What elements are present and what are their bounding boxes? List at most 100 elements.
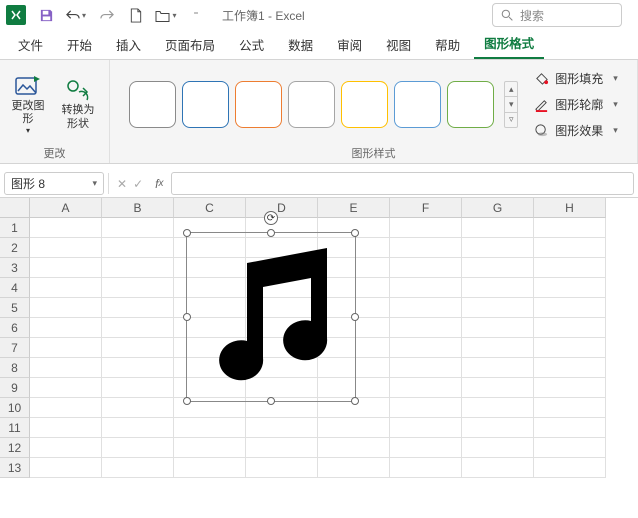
music-note-icon[interactable]	[187, 233, 357, 403]
cell[interactable]	[534, 358, 606, 378]
tab-page-layout[interactable]: 页面布局	[155, 30, 225, 59]
search-input[interactable]: 搜索	[492, 3, 622, 27]
shape-style-preset-5[interactable]	[394, 81, 441, 128]
cell[interactable]	[390, 218, 462, 238]
save-button[interactable]	[32, 3, 60, 27]
cell[interactable]	[534, 378, 606, 398]
cell[interactable]	[102, 258, 174, 278]
resize-handle-tl[interactable]	[183, 229, 191, 237]
cell[interactable]	[534, 338, 606, 358]
cell[interactable]	[534, 218, 606, 238]
redo-button[interactable]	[92, 3, 120, 27]
cell[interactable]	[390, 298, 462, 318]
tab-file[interactable]: 文件	[8, 30, 53, 59]
cell[interactable]	[318, 458, 390, 478]
cell[interactable]	[102, 318, 174, 338]
column-header[interactable]: F	[390, 198, 462, 218]
tab-home[interactable]: 开始	[57, 30, 102, 59]
shape-style-preset-1[interactable]	[182, 81, 229, 128]
fx-label[interactable]: fx	[151, 170, 167, 197]
cell[interactable]	[390, 258, 462, 278]
cell[interactable]	[390, 398, 462, 418]
cell[interactable]	[390, 338, 462, 358]
column-header[interactable]: D	[246, 198, 318, 218]
cell[interactable]	[30, 278, 102, 298]
cell[interactable]	[174, 418, 246, 438]
shape-style-preset-4[interactable]	[341, 81, 388, 128]
cell[interactable]	[174, 438, 246, 458]
cell[interactable]	[390, 318, 462, 338]
cell[interactable]	[30, 378, 102, 398]
resize-handle-bl[interactable]	[183, 397, 191, 405]
shape-style-preset-2[interactable]	[235, 81, 282, 128]
column-header[interactable]: G	[462, 198, 534, 218]
cell[interactable]	[102, 398, 174, 418]
qat-customize-button[interactable]: ⁼	[182, 3, 210, 27]
row-header[interactable]: 8	[0, 358, 30, 378]
resize-handle-tr[interactable]	[351, 229, 359, 237]
cell[interactable]	[30, 398, 102, 418]
resize-handle-bm[interactable]	[267, 397, 275, 405]
cell[interactable]	[534, 258, 606, 278]
cell[interactable]	[102, 458, 174, 478]
cell[interactable]	[174, 458, 246, 478]
styles-gallery-scroll[interactable]: ▴▾▿	[504, 81, 518, 128]
undo-button[interactable]: ▾	[62, 3, 90, 27]
cell[interactable]	[390, 438, 462, 458]
cell[interactable]	[318, 438, 390, 458]
cell[interactable]	[462, 338, 534, 358]
cell[interactable]	[102, 218, 174, 238]
open-file-button[interactable]: ▾	[152, 3, 180, 27]
cell[interactable]	[534, 298, 606, 318]
cell[interactable]	[102, 438, 174, 458]
column-header[interactable]: H	[534, 198, 606, 218]
cell[interactable]	[390, 238, 462, 258]
cell[interactable]	[102, 418, 174, 438]
new-file-button[interactable]	[122, 3, 150, 27]
shape-style-preset-3[interactable]	[288, 81, 335, 128]
select-all-corner[interactable]	[0, 198, 30, 218]
tab-insert[interactable]: 插入	[106, 30, 151, 59]
row-header[interactable]: 7	[0, 338, 30, 358]
cell[interactable]	[534, 318, 606, 338]
cell[interactable]	[534, 438, 606, 458]
cell[interactable]	[30, 458, 102, 478]
shape-style-preset-0[interactable]	[129, 81, 176, 128]
cell[interactable]	[462, 458, 534, 478]
cell[interactable]	[30, 238, 102, 258]
tab-review[interactable]: 审阅	[327, 30, 372, 59]
cell[interactable]	[30, 358, 102, 378]
tab-formulas[interactable]: 公式	[229, 30, 274, 59]
cell[interactable]	[246, 458, 318, 478]
cell[interactable]	[462, 418, 534, 438]
column-header[interactable]: A	[30, 198, 102, 218]
cell[interactable]	[246, 438, 318, 458]
shape-fill-button[interactable]: 图形填充▾	[534, 68, 618, 90]
cell[interactable]	[462, 218, 534, 238]
cell[interactable]	[30, 218, 102, 238]
resize-handle-br[interactable]	[351, 397, 359, 405]
cell[interactable]	[462, 298, 534, 318]
cell[interactable]	[390, 378, 462, 398]
cell[interactable]	[534, 398, 606, 418]
row-header[interactable]: 6	[0, 318, 30, 338]
row-header[interactable]: 5	[0, 298, 30, 318]
row-header[interactable]: 2	[0, 238, 30, 258]
cell[interactable]	[462, 258, 534, 278]
cell[interactable]	[534, 238, 606, 258]
cell[interactable]	[30, 418, 102, 438]
cell[interactable]	[390, 458, 462, 478]
shape-outline-button[interactable]: 图形轮廓▾	[534, 94, 618, 116]
shape-style-preset-6[interactable]	[447, 81, 494, 128]
rotate-handle[interactable]: ⟳	[264, 211, 278, 225]
cell[interactable]	[30, 258, 102, 278]
cell[interactable]	[390, 278, 462, 298]
cell[interactable]	[462, 398, 534, 418]
cell[interactable]	[102, 298, 174, 318]
cell[interactable]	[462, 378, 534, 398]
cell[interactable]	[30, 318, 102, 338]
shape-selection-frame[interactable]: ⟳	[186, 232, 356, 402]
cell[interactable]	[534, 418, 606, 438]
cell[interactable]	[102, 378, 174, 398]
cell[interactable]	[390, 418, 462, 438]
